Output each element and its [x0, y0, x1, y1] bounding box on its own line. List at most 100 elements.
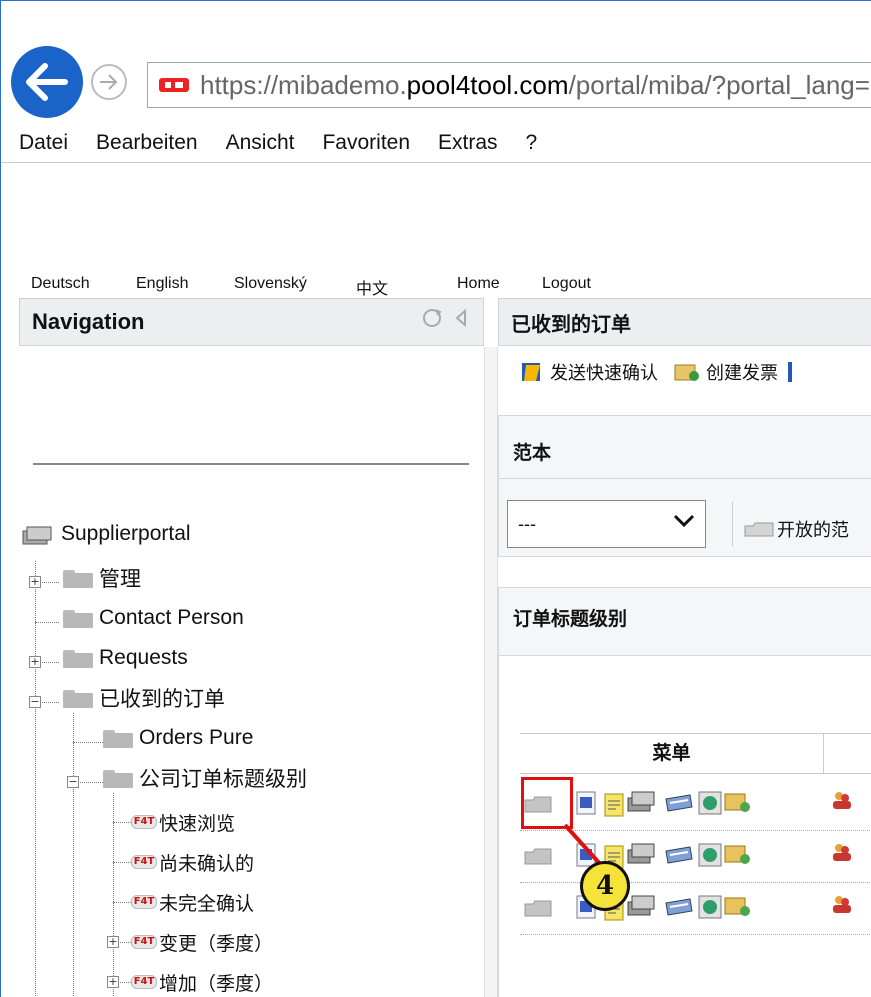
print-icon[interactable] [662, 843, 694, 872]
navigation-title: Navigation [32, 309, 145, 334]
folder-icon [63, 568, 93, 588]
print-icon[interactable] [662, 895, 694, 924]
globe-icon[interactable] [698, 791, 722, 820]
menu-datei[interactable]: Datei [19, 131, 68, 155]
folder-stack-icon[interactable] [626, 789, 656, 818]
tree-label: 未完全确认 [159, 893, 255, 915]
arrow-left-icon [26, 63, 68, 101]
tree-label: Contact Person [99, 606, 244, 629]
open-template-button[interactable]: 开放的范 [743, 516, 849, 542]
expand-icon[interactable]: + [107, 976, 119, 988]
refresh-icon[interactable] [421, 307, 443, 329]
tree-label: Orders Pure [139, 726, 254, 749]
f4t-icon: F4T [131, 975, 157, 989]
users-icon[interactable] [830, 893, 854, 920]
tree-item-quick-view[interactable]: F4T 快速浏览 [131, 807, 235, 837]
panel-splitter[interactable] [484, 347, 498, 997]
main-header: 已收到的订单 [498, 298, 871, 346]
expand-icon[interactable]: + [29, 576, 41, 588]
home-link[interactable]: Home [457, 275, 500, 293]
lang-chinese[interactable]: 中文 [356, 275, 388, 299]
grid-header: 菜单 [520, 734, 871, 774]
invoice-folder-icon [674, 364, 699, 381]
site-identity-icon [158, 75, 190, 95]
tree-item-contact-person[interactable]: Contact Person [63, 603, 244, 633]
folder-stack-icon[interactable] [626, 893, 656, 922]
more-toolbar-icon[interactable] [788, 362, 792, 382]
tree-item-increase-quarter[interactable]: F4T 增加（季度） [131, 967, 273, 997]
row-folder-icon[interactable] [524, 847, 552, 870]
callout-badge: 4 [580, 861, 630, 911]
forward-button[interactable] [91, 64, 127, 100]
language-bar: Deutsch English Slovenský 中文 Home Logout [1, 275, 871, 299]
globe-icon[interactable] [698, 895, 722, 924]
invoice-folder-icon[interactable] [724, 791, 752, 818]
tree-label: 公司订单标题级别 [139, 768, 307, 791]
open-template-label: 开放的范 [777, 520, 849, 540]
url-host: pool4tool.com [406, 69, 569, 100]
tree-item-unconfirmed[interactable]: F4T 尚未确认的 [131, 847, 254, 877]
back-button[interactable] [11, 46, 83, 118]
folder-icon [63, 608, 93, 628]
tree-root-supplierportal[interactable]: Supplierportal [21, 519, 191, 549]
collapse-icon[interactable]: − [29, 696, 41, 708]
template-select[interactable]: --- [507, 500, 706, 548]
collapse-icon[interactable]: − [67, 776, 79, 788]
toolbar: 发送快速确认 创建发票 [498, 355, 871, 389]
lang-slovensky[interactable]: Slovenský [234, 275, 307, 293]
expand-icon[interactable]: + [29, 656, 41, 668]
folder-icon [103, 728, 133, 748]
menu-bearbeiten[interactable]: Bearbeiten [96, 131, 198, 155]
send-quick-confirm-label: 发送快速确认 [550, 363, 658, 383]
users-icon[interactable] [830, 789, 854, 816]
row-folder-icon[interactable] [524, 899, 552, 922]
create-invoice-button[interactable]: 创建发票 [674, 359, 778, 385]
arrow-right-icon [100, 74, 118, 90]
tree-item-admin[interactable]: 管理 [63, 563, 141, 593]
folder-icon [744, 522, 774, 537]
tree-item-received-orders[interactable]: 已收到的订单 [63, 683, 225, 713]
folder-stack-icon[interactable] [626, 841, 656, 870]
browser-window: https://mibademo. pool4tool.com/portal/mi… [0, 0, 871, 997]
f4t-icon: F4T [131, 895, 157, 909]
folder-icon [103, 768, 133, 788]
navigation-divider [33, 463, 469, 465]
tree-item-changes-quarter[interactable]: F4T 变更（季度） [131, 927, 273, 957]
folder-icon [63, 648, 93, 668]
invoice-folder-icon[interactable] [724, 895, 752, 922]
grid-menu-header: 菜单 [652, 743, 691, 764]
tree-item-orders-pure[interactable]: Orders Pure [103, 723, 253, 753]
navigation-header: Navigation [19, 298, 484, 346]
invoice-folder-icon[interactable] [724, 843, 752, 870]
f4t-icon: F4T [131, 855, 157, 869]
menu-help[interactable]: ? [526, 131, 538, 155]
menu-ansicht[interactable]: Ansicht [226, 131, 295, 155]
tree-item-company-header[interactable]: 公司订单标题级别 [103, 763, 307, 793]
tree-item-partially-confirmed[interactable]: F4T 未完全确认 [131, 887, 254, 917]
url-subdomain: mibademo. [278, 69, 407, 100]
users-icon[interactable] [830, 841, 854, 868]
note-icon[interactable] [604, 793, 624, 822]
create-invoice-label: 创建发票 [706, 363, 778, 383]
f4t-icon: F4T [131, 815, 157, 829]
template-select-value: --- [518, 513, 536, 534]
logout-link[interactable]: Logout [542, 275, 591, 293]
menu-bar: Datei Bearbeiten Ansicht Favoriten Extra… [1, 123, 871, 163]
menu-favoriten[interactable]: Favoriten [322, 131, 410, 155]
tree-label: 管理 [99, 568, 141, 591]
word-document-icon[interactable] [576, 791, 596, 820]
folder-stack-icon [22, 526, 52, 545]
menu-extras[interactable]: Extras [438, 131, 498, 155]
expand-icon[interactable]: + [107, 936, 119, 948]
folder-icon [63, 688, 93, 708]
f4t-icon: F4T [131, 935, 157, 949]
globe-icon[interactable] [698, 843, 722, 872]
tree-item-requests[interactable]: Requests [63, 643, 188, 673]
print-icon[interactable] [662, 791, 694, 820]
address-bar[interactable]: https://mibademo. pool4tool.com/portal/mi… [147, 62, 871, 108]
collapse-arrow-icon[interactable] [451, 307, 471, 329]
lang-deutsch[interactable]: Deutsch [31, 275, 90, 293]
quick-confirm-icon [522, 363, 540, 381]
send-quick-confirm-button[interactable]: 发送快速确认 [520, 359, 658, 385]
lang-english[interactable]: English [136, 275, 188, 293]
